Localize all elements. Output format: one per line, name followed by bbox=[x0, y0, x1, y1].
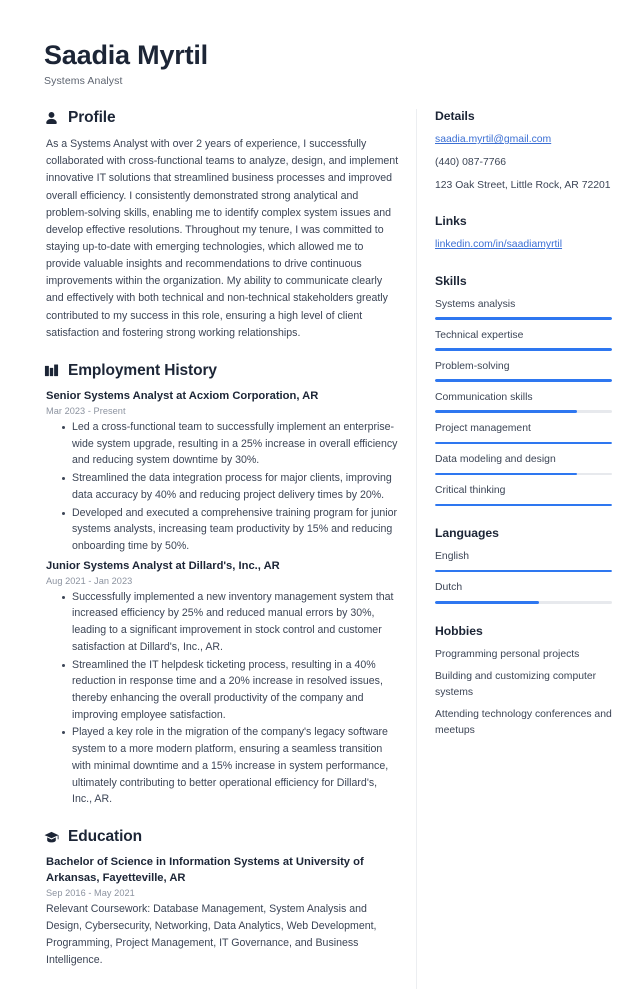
resume-header: Saadia Myrtil Systems Analyst bbox=[44, 40, 612, 87]
skill-item: Systems analysis bbox=[435, 297, 612, 320]
employment-entry-bullets: Successfully implemented a new inventory… bbox=[46, 589, 400, 809]
resume-body: Profile As a Systems Analyst with over 2… bbox=[44, 109, 612, 989]
section-title-education: Education bbox=[68, 828, 143, 846]
employment-entry-title: Junior Systems Analyst at Dillard's, Inc… bbox=[46, 559, 280, 572]
skill-item: Communication skills bbox=[435, 390, 612, 413]
skill-label: Problem-solving bbox=[435, 360, 510, 372]
section-header-employment: Employment History bbox=[44, 362, 400, 380]
postal-address: 123 Oak Street, Little Rock, AR 72201 bbox=[435, 180, 611, 192]
section-title-employment: Employment History bbox=[68, 361, 217, 379]
skill-item: Technical expertise bbox=[435, 328, 612, 351]
language-label: English bbox=[435, 551, 470, 563]
language-item: English bbox=[435, 549, 612, 573]
skill-level-fill bbox=[435, 472, 577, 476]
sidebar-title-skills: Skills bbox=[435, 273, 467, 288]
section-education: Education Bachelor of Science in Informa… bbox=[44, 828, 400, 969]
profile-summary-text: As a Systems Analyst with over 2 years o… bbox=[46, 138, 399, 339]
skill-level-fill bbox=[435, 379, 612, 382]
user-icon bbox=[44, 111, 59, 126]
education-entry: Bachelor of Science in Information Syste… bbox=[44, 855, 400, 969]
hobby-item: Attending technology conferences and mee… bbox=[435, 709, 612, 736]
employment-entry-date: Aug 2021 - Jan 2023 bbox=[46, 575, 133, 586]
skill-label: Communication skills bbox=[435, 391, 533, 403]
list-item: Streamlined the IT helpdesk ticketing pr… bbox=[62, 657, 400, 724]
skill-item: Problem-solving bbox=[435, 359, 612, 382]
employment-entry-title: Senior Systems Analyst at Acxiom Corpora… bbox=[46, 389, 319, 402]
skill-level-track bbox=[435, 348, 612, 351]
skill-label: Systems analysis bbox=[435, 298, 516, 310]
skill-item: Critical thinking bbox=[435, 483, 612, 507]
sidebar-title-languages: Languages bbox=[435, 526, 499, 541]
candidate-name: Saadia Myrtil bbox=[44, 40, 208, 70]
sidebar-block-links: Links linkedin.com/in/saadiamyrtil bbox=[435, 214, 612, 253]
sidebar-block-details: Details saadia.myrtil@gmail.com (440) 08… bbox=[435, 109, 612, 194]
skill-item: Data modeling and design bbox=[435, 452, 612, 476]
skill-level-fill bbox=[435, 348, 612, 351]
language-level-track bbox=[435, 601, 612, 604]
education-entry-title: Bachelor of Science in Information Syste… bbox=[46, 856, 364, 885]
main-column: Profile As a Systems Analyst with over 2… bbox=[44, 109, 416, 989]
list-item: Streamlined the data integration process… bbox=[62, 470, 400, 503]
list-item: Developed and executed a comprehensive t… bbox=[62, 505, 400, 555]
skill-label: Critical thinking bbox=[435, 485, 506, 497]
employment-entry-date: Mar 2023 - Present bbox=[46, 405, 126, 416]
linkedin-link[interactable]: linkedin.com/in/saadiamyrtil bbox=[435, 237, 612, 253]
employment-entry: Senior Systems Analyst at Acxiom Corpora… bbox=[44, 389, 400, 555]
email-link[interactable]: saadia.myrtil@gmail.com bbox=[435, 132, 612, 148]
sidebar-title-links: Links bbox=[435, 214, 467, 229]
skill-level-track bbox=[435, 472, 612, 476]
skill-level-fill bbox=[435, 317, 612, 320]
sidebar-title-hobbies: Hobbies bbox=[435, 623, 483, 638]
education-entry-date: Sep 2016 - May 2021 bbox=[46, 887, 135, 898]
resume-page: Saadia Myrtil Systems Analyst Profile As… bbox=[0, 0, 640, 989]
hobby-item: Building and customizing computer system… bbox=[435, 671, 597, 698]
hobby-item: Programming personal projects bbox=[435, 648, 580, 660]
skill-level-fill bbox=[435, 410, 577, 413]
sidebar-block-languages: Languages English Dutch bbox=[435, 526, 612, 604]
language-level-fill bbox=[435, 601, 540, 604]
skill-level-fill bbox=[435, 503, 612, 507]
section-profile: Profile As a Systems Analyst with over 2… bbox=[44, 109, 400, 342]
section-title-profile: Profile bbox=[68, 109, 116, 127]
list-item: Successfully implemented a new inventory… bbox=[62, 589, 400, 656]
section-employment-history: Employment History Senior Systems Analys… bbox=[44, 362, 400, 808]
skill-label: Technical expertise bbox=[435, 329, 524, 341]
skill-level-track bbox=[435, 379, 612, 382]
graduation-cap-icon bbox=[44, 830, 59, 845]
sidebar-title-details: Details bbox=[435, 109, 475, 124]
skill-level-track bbox=[435, 503, 612, 507]
education-entry-description: Relevant Coursework: Database Management… bbox=[46, 902, 377, 966]
skill-level-track bbox=[435, 410, 612, 413]
employment-entry: Junior Systems Analyst at Dillard's, Inc… bbox=[44, 559, 400, 808]
candidate-job-title: Systems Analyst bbox=[44, 75, 123, 88]
sidebar-column: Details saadia.myrtil@gmail.com (440) 08… bbox=[417, 109, 612, 759]
skill-level-track bbox=[435, 317, 612, 320]
skill-label: Data modeling and design bbox=[435, 454, 556, 466]
language-level-track bbox=[435, 569, 612, 573]
list-item: Led a cross-functional team to successfu… bbox=[62, 419, 400, 469]
section-header-profile: Profile bbox=[44, 109, 400, 127]
list-item: Played a key role in the migration of th… bbox=[62, 724, 400, 808]
skill-label: Project management bbox=[435, 422, 531, 434]
section-header-education: Education bbox=[44, 828, 400, 846]
skill-level-fill bbox=[435, 441, 612, 445]
language-item: Dutch bbox=[435, 580, 612, 604]
skill-item: Project management bbox=[435, 421, 612, 445]
employment-entry-bullets: Led a cross-functional team to successfu… bbox=[46, 419, 400, 555]
sidebar-block-skills: Skills Systems analysis Technical expert… bbox=[435, 274, 612, 507]
skill-level-track bbox=[435, 441, 612, 445]
language-level-fill bbox=[435, 569, 612, 573]
sidebar-block-hobbies: Hobbies Programming personal projects Bu… bbox=[435, 624, 612, 739]
briefcase-icon bbox=[44, 363, 59, 378]
phone-number: (440) 087-7766 bbox=[435, 157, 507, 169]
language-label: Dutch bbox=[435, 582, 463, 594]
